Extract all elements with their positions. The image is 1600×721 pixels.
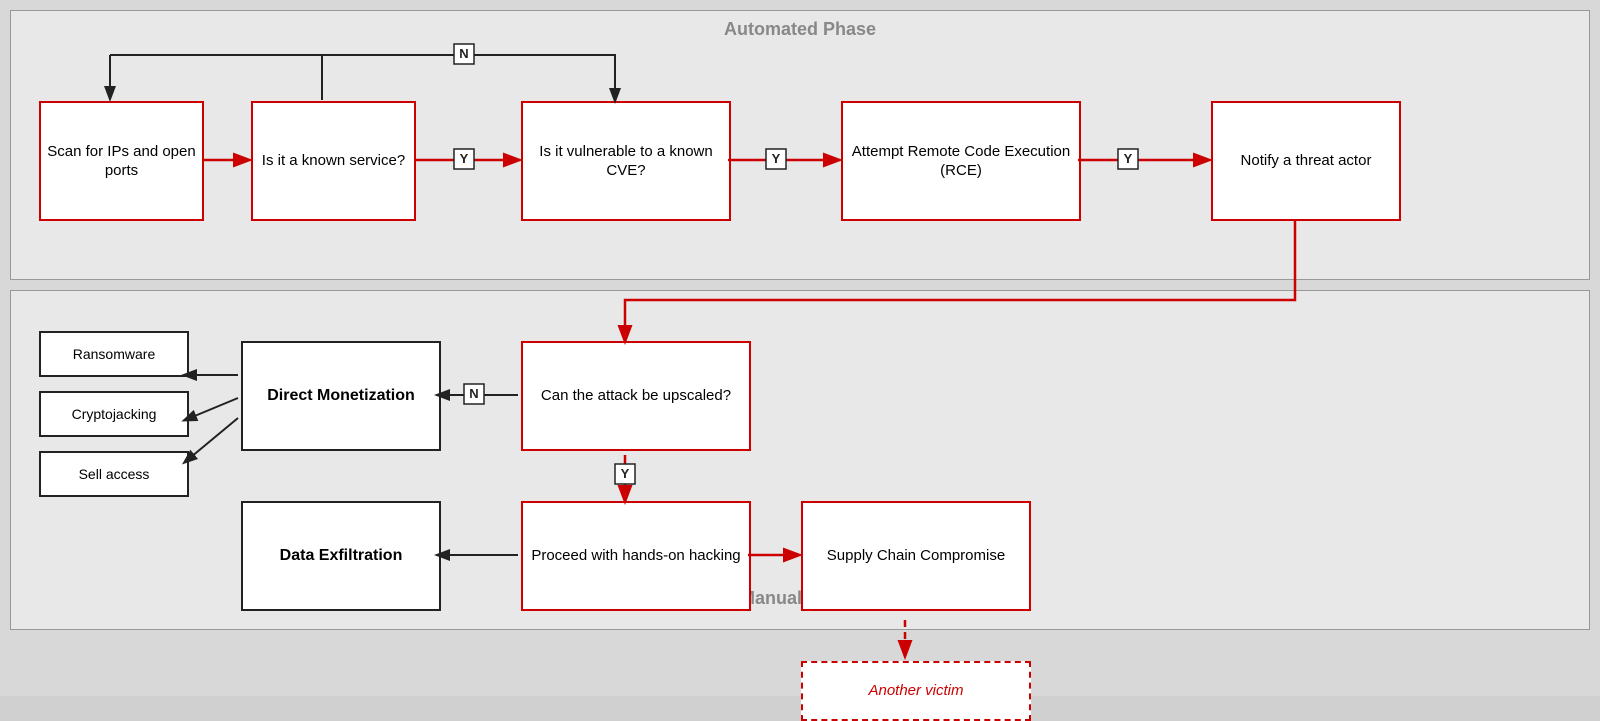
manual-phase-panel: Manual Phase Can the attack be upscaled?… (10, 290, 1590, 630)
scan-box: Scan for IPs and open ports (39, 101, 204, 221)
ransomware-box: Ransomware (39, 331, 189, 377)
proceed-hacking-box: Proceed with hands-on hacking (521, 501, 751, 611)
attempt-rce-box: Attempt Remote Code Execution (RCE) (841, 101, 1081, 221)
another-victim-box: Another victim (801, 661, 1031, 721)
known-service-box: Is it a known service? (251, 101, 416, 221)
can-upscale-box: Can the attack be upscaled? (521, 341, 751, 451)
automated-phase-label: Automated Phase (724, 19, 876, 40)
notify-box: Notify a threat actor (1211, 101, 1401, 221)
sell-access-box: Sell access (39, 451, 189, 497)
data-exfiltration-box: Data Exfiltration (241, 501, 441, 611)
diagram-container: Automated Phase Scan for IPs and open po… (0, 0, 1600, 696)
direct-monetization-box: Direct Monetization (241, 341, 441, 451)
supply-chain-box: Supply Chain Compromise (801, 501, 1031, 611)
vulnerable-cve-box: Is it vulnerable to a known CVE? (521, 101, 731, 221)
cryptojacking-box: Cryptojacking (39, 391, 189, 437)
automated-phase-panel: Automated Phase Scan for IPs and open po… (10, 10, 1590, 280)
